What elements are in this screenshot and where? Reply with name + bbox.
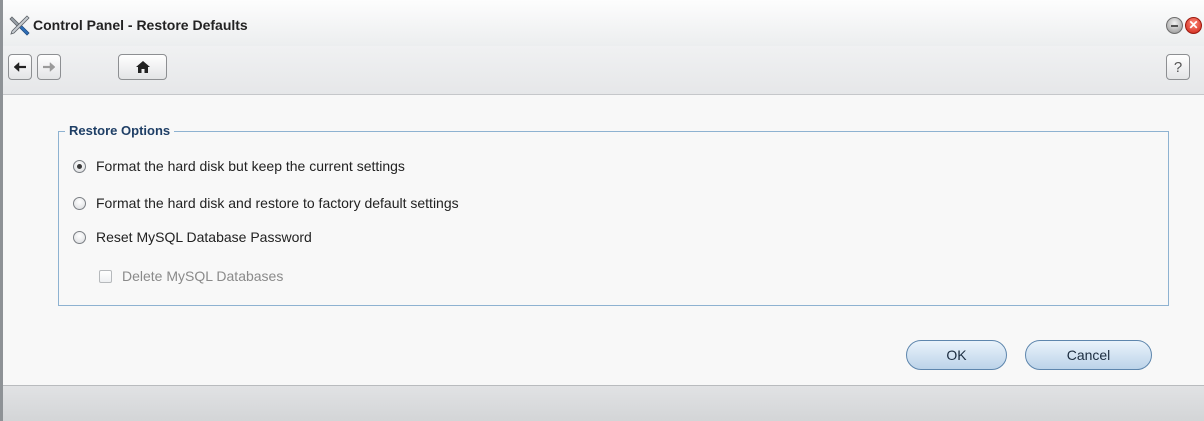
title-bar: Control Panel - Restore Defaults ✕ (3, 0, 1204, 46)
restore-options-legend: Restore Options (65, 123, 175, 138)
navigation-toolbar: ? (3, 46, 1204, 95)
radio-reset-mysql-password[interactable] (73, 230, 86, 244)
option-format-factory-default[interactable]: Format the hard disk and restore to fact… (73, 195, 459, 211)
back-button[interactable] (8, 54, 32, 80)
minimize-button[interactable] (1166, 17, 1183, 34)
checkbox-delete-mysql-databases[interactable] (99, 269, 112, 283)
restore-options-group: Restore Options Format the hard disk but… (58, 123, 1169, 306)
restore-defaults-panel: Restore Options Format the hard disk but… (3, 95, 1204, 385)
arrow-left-icon (13, 61, 26, 73)
forward-button[interactable] (37, 54, 61, 80)
close-button[interactable]: ✕ (1185, 17, 1202, 34)
option-label: Delete MySQL Databases (122, 268, 284, 284)
radio-format-factory-default[interactable] (73, 196, 86, 210)
radio-format-keep-settings[interactable] (73, 159, 86, 173)
home-button[interactable] (118, 54, 167, 80)
option-reset-mysql-password[interactable]: Reset MySQL Database Password (73, 229, 312, 245)
control-panel-window: Control Panel - Restore Defaults ✕ ? Res… (0, 0, 1204, 421)
home-icon (135, 61, 150, 73)
option-delete-mysql-databases[interactable]: Delete MySQL Databases (99, 268, 283, 284)
window-title: Control Panel - Restore Defaults (33, 17, 248, 33)
status-bar (3, 385, 1204, 421)
ok-button[interactable]: OK (906, 340, 1007, 370)
arrow-right-icon (43, 61, 56, 73)
option-label: Reset MySQL Database Password (96, 229, 312, 245)
cancel-button[interactable]: Cancel (1025, 340, 1152, 370)
option-format-keep-settings[interactable]: Format the hard disk but keep the curren… (73, 158, 405, 174)
option-label: Format the hard disk but keep the curren… (96, 158, 405, 174)
help-button[interactable]: ? (1166, 54, 1190, 80)
option-label: Format the hard disk and restore to fact… (96, 195, 459, 211)
control-panel-tools-icon (9, 15, 30, 36)
